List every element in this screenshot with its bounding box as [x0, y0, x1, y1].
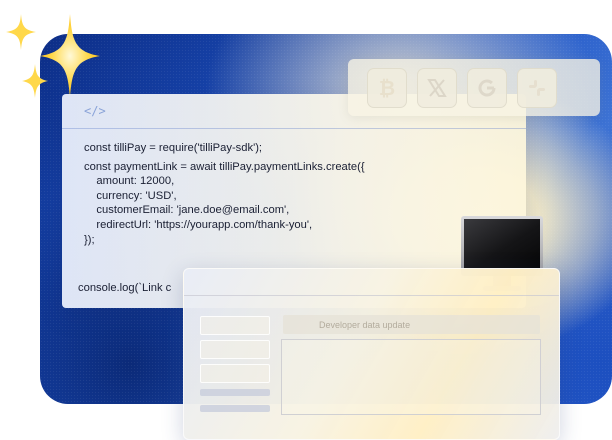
code-block: const tilliPay = require('tilliPay-sdk')…: [62, 129, 526, 247]
sidebar-field: [200, 340, 270, 359]
code-line: amount: 12000,: [84, 175, 175, 188]
dashboard-header-divider: [184, 295, 559, 296]
dashboard-title: Developer data update: [283, 315, 540, 334]
code-line: currency: 'USD',: [84, 189, 177, 202]
sparkle-tiny-icon: [22, 64, 48, 98]
dashboard-window: Developer data update: [183, 268, 560, 440]
svg-text:₿: ₿: [379, 76, 395, 100]
sidebar-bar: [200, 405, 270, 412]
sparkle-large-icon: [40, 14, 100, 98]
x-icon: [417, 67, 457, 108]
code-tag-icon: </>: [84, 104, 106, 118]
integration-logos: ₿: [348, 59, 600, 116]
code-line: redirectUrl: 'https://yourapp.com/thank-…: [84, 218, 313, 231]
google-icon: [467, 67, 507, 108]
bitcoin-icon: ₿: [367, 67, 407, 108]
dashboard-content-panel: [281, 339, 541, 415]
code-line: });: [84, 233, 95, 246]
sidebar-bar: [200, 389, 270, 396]
sidebar-field: [200, 364, 270, 383]
console-log-line: console.log(`Link c: [78, 282, 172, 294]
sidebar-field: [200, 316, 270, 335]
slack-icon: [517, 67, 557, 108]
sparkle-small-icon: [6, 14, 36, 50]
code-line: const paymentLink = await tilliPay.payme…: [84, 160, 365, 173]
code-line: customerEmail: 'jane.doe@email.com',: [84, 204, 290, 217]
code-line: const tilliPay = require('tilliPay-sdk')…: [84, 142, 263, 154]
